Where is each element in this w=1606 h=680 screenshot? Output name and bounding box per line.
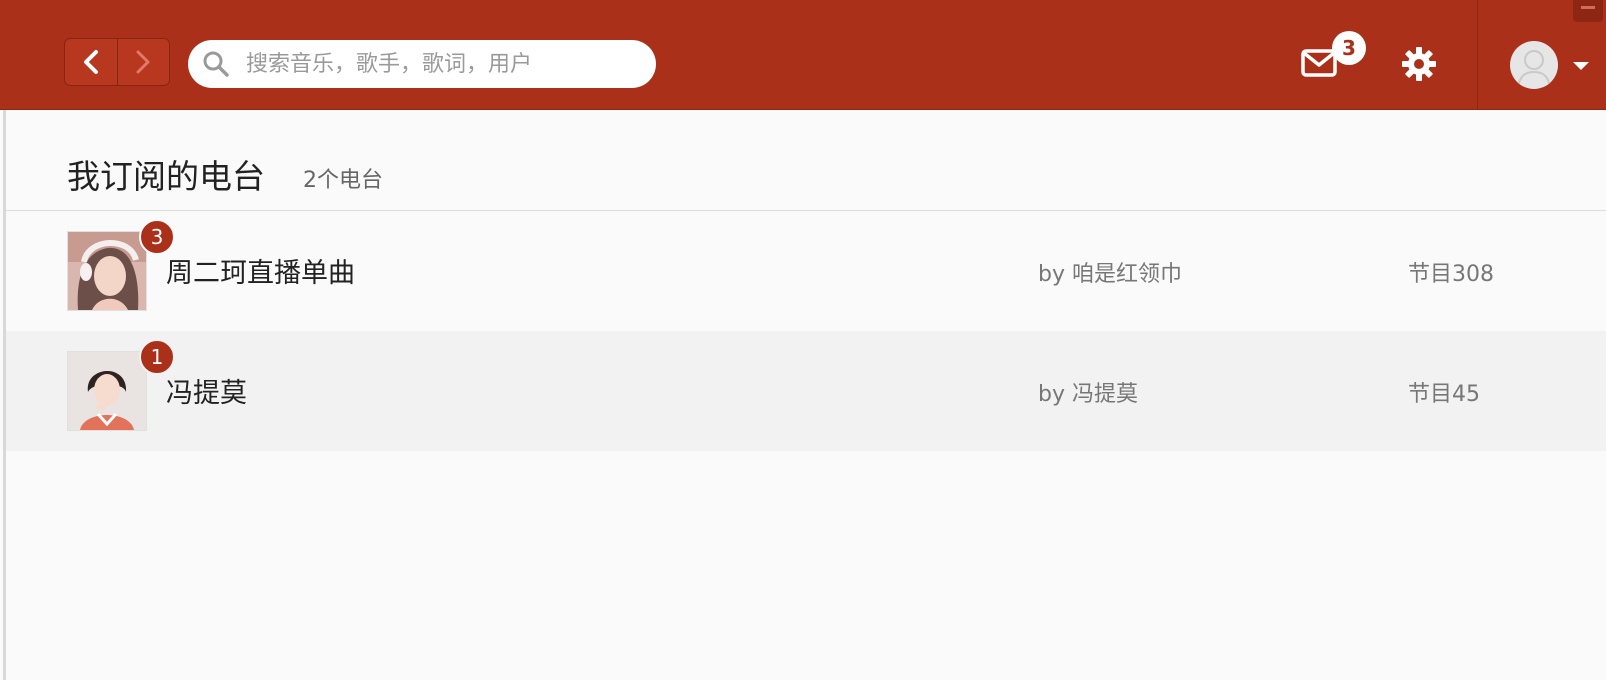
mini-mode-button[interactable]: [1573, 0, 1603, 22]
minimize-icon: [1581, 6, 1595, 9]
station-row[interactable]: 3 周二珂直播单曲 by 咱是红领巾 节目308: [6, 211, 1606, 331]
back-button[interactable]: [65, 39, 118, 85]
top-bar: 3: [0, 0, 1606, 110]
chevron-right-icon: [136, 50, 150, 74]
settings-button[interactable]: [1401, 46, 1437, 82]
caret-down-icon[interactable]: [1573, 62, 1589, 70]
search-box[interactable]: [188, 40, 656, 88]
messages-badge: 3: [1332, 31, 1366, 65]
program-count: 节目45: [1408, 382, 1480, 407]
station-cover[interactable]: [67, 231, 147, 311]
station-count: 2个电台: [303, 168, 383, 193]
new-programs-badge: 3: [139, 219, 175, 255]
history-nav: [64, 38, 170, 86]
new-programs-badge: 1: [139, 339, 175, 375]
program-count: 节目308: [1408, 262, 1494, 287]
station-row[interactable]: 1 冯提莫 by 冯提莫 节目45: [6, 331, 1606, 451]
topbar-divider: [1477, 0, 1478, 109]
page-header: 我订阅的电台 2个电台: [6, 110, 1606, 211]
search-input[interactable]: [244, 50, 638, 78]
search-icon: [202, 50, 230, 78]
main-content: 我订阅的电台 2个电台 3 周二珂直播单曲 by 咱是红领巾 节目308 1 冯…: [3, 110, 1606, 680]
station-name[interactable]: 冯提莫: [166, 371, 247, 410]
gear-icon: [1402, 47, 1436, 81]
forward-button[interactable]: [118, 39, 170, 85]
chevron-left-icon: [83, 50, 98, 74]
page-title: 我订阅的电台: [67, 157, 265, 196]
station-cover[interactable]: [67, 351, 147, 431]
user-avatar-icon: [1517, 50, 1551, 88]
station-name[interactable]: 周二珂直播单曲: [166, 251, 355, 290]
user-avatar[interactable]: [1510, 41, 1558, 89]
station-author[interactable]: by 冯提莫: [1038, 376, 1138, 408]
station-author[interactable]: by 咱是红领巾: [1038, 256, 1182, 288]
